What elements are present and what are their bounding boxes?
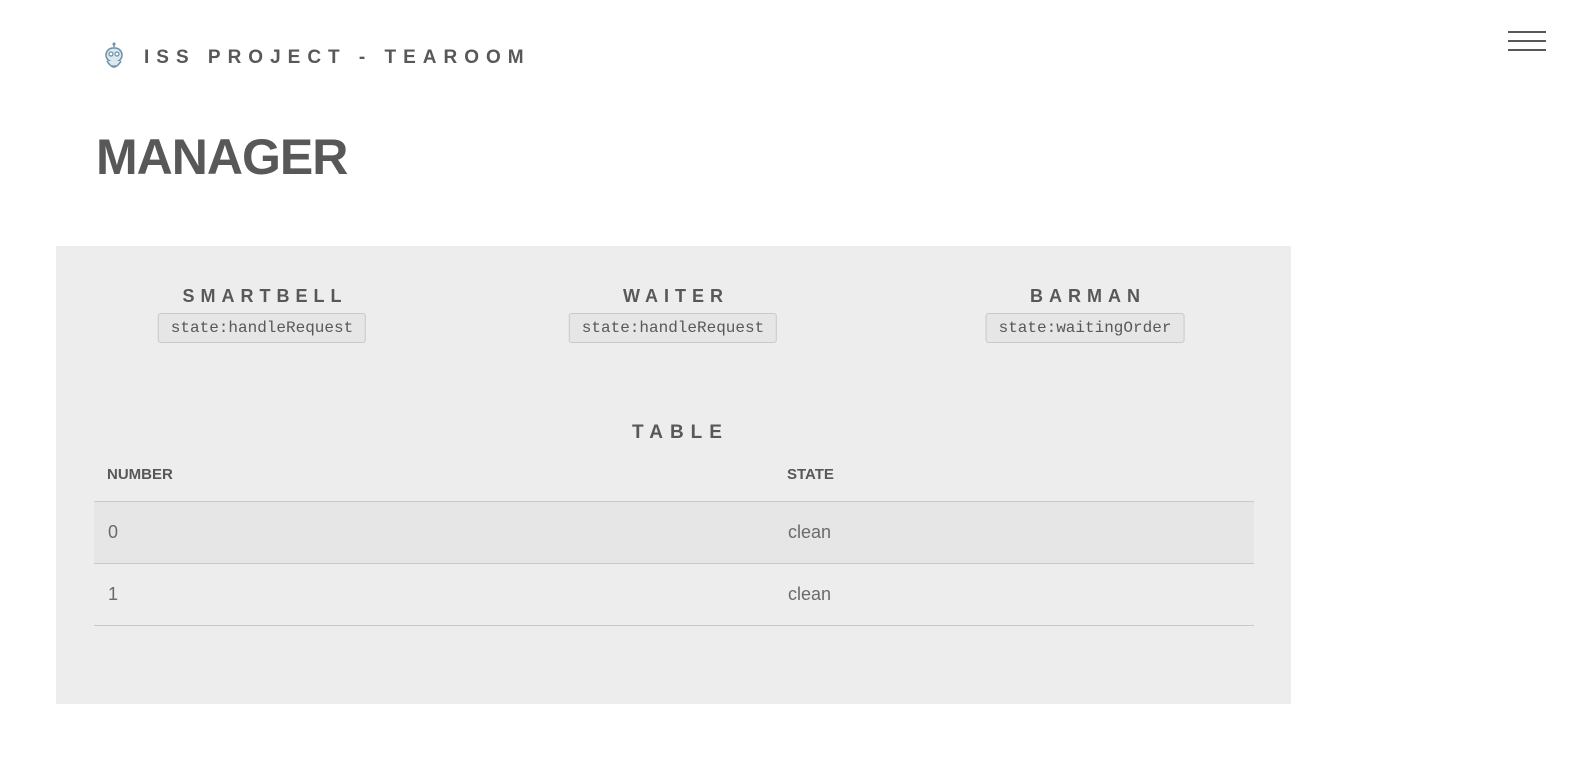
agent-waiter: WAITER state:handleRequest [568,286,778,343]
cell-number: 1 [94,563,774,626]
site-brand-link[interactable]: ISS PROJECT - TEAROOM [144,47,531,69]
agent-barman: BARMAN state:waitingOrder [985,286,1185,343]
robot-icon[interactable] [96,40,132,76]
agent-state: state:handleRequest [568,313,778,343]
hamburger-menu-icon[interactable] [1506,28,1548,56]
agent-state: state:handleRequest [157,313,367,343]
table-header-row: NUMBER STATE [94,458,1254,502]
cell-state: clean [774,563,1254,626]
agent-name: BARMAN [1029,286,1146,306]
table-section-title: TABLE [632,422,729,443]
agent-smartbell: SMARTBELL state:handleRequest [157,286,367,343]
page-title: MANAGER [96,129,348,185]
agent-state: state:waitingOrder [985,313,1185,343]
manager-panel: SMARTBELL state:handleRequest WAITER sta… [56,246,1291,704]
agent-name: WAITER [623,286,729,306]
table-row: 1 clean [94,563,1254,626]
table-row: 0 clean [94,501,1254,564]
cell-number: 0 [94,501,774,564]
cell-state: clean [774,501,1254,564]
column-header-state: STATE [774,458,1254,502]
tables-table: NUMBER STATE 0 clean 1 clean [94,458,1254,626]
agent-name: SMARTBELL [182,286,348,306]
site-header: ISS PROJECT - TEAROOM [96,38,531,78]
column-header-number: NUMBER [94,458,774,502]
